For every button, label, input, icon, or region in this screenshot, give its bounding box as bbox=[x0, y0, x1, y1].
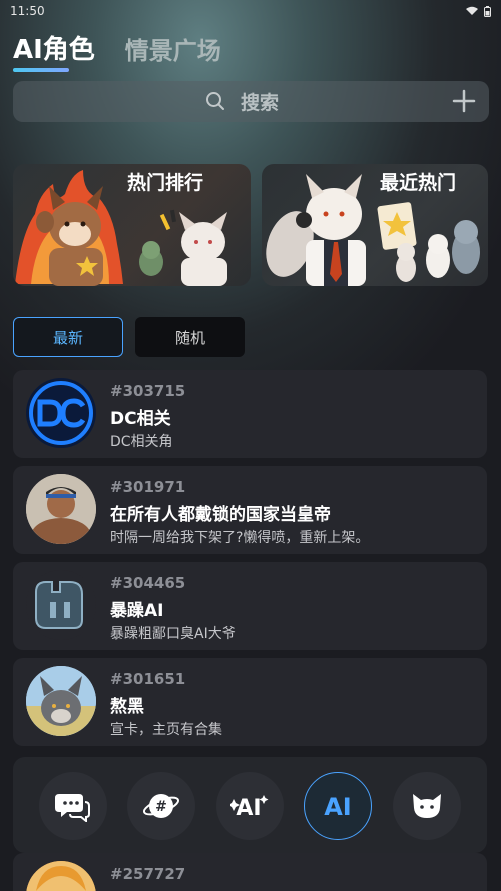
banner-recent-hot[interactable]: 最近热门 bbox=[262, 164, 488, 286]
nav-profile-button[interactable] bbox=[393, 772, 461, 840]
status-time: 11:50 bbox=[10, 4, 45, 18]
active-tab-indicator bbox=[13, 68, 69, 72]
ai-sparkle-icon: AI bbox=[230, 795, 269, 821]
bot-logo-icon bbox=[35, 581, 83, 629]
card-title: 暴躁AI bbox=[110, 601, 164, 621]
top-tabs: AI角色 情景广场 bbox=[13, 26, 221, 72]
card-title: 熬黑 bbox=[110, 697, 144, 717]
avatar bbox=[26, 861, 96, 891]
bottom-nav: # AI AI bbox=[13, 757, 487, 853]
ai-icon: AI bbox=[324, 793, 352, 821]
tab-scenario-square[interactable]: 情景广场 bbox=[125, 31, 221, 66]
wolf-portrait-icon bbox=[26, 666, 96, 736]
tab-ai-characters[interactable]: AI角色 bbox=[13, 29, 95, 72]
character-list: #303715 DC相关 DC相关角 #301971 在所有人都戴锁的国家当皇帝… bbox=[13, 370, 487, 754]
banner-hot-ranking-title: 热门排行 bbox=[127, 172, 204, 194]
search-bar[interactable]: 搜索 bbox=[13, 81, 489, 122]
card-id: #301971 bbox=[110, 478, 186, 496]
search-icon bbox=[206, 92, 224, 110]
svg-text:AI: AI bbox=[324, 793, 352, 821]
character-portrait-icon bbox=[26, 861, 96, 891]
dc-logo-icon bbox=[27, 379, 95, 447]
card-id: #304465 bbox=[110, 574, 186, 592]
filter-random-button[interactable]: 随机 bbox=[135, 317, 245, 357]
avatar bbox=[26, 474, 96, 544]
search-label: 搜索 bbox=[241, 92, 280, 114]
status-bar: 11:50 bbox=[0, 0, 501, 22]
plus-icon[interactable] bbox=[451, 88, 477, 114]
avatar bbox=[26, 666, 96, 736]
list-item[interactable]: #301971 在所有人都戴锁的国家当皇帝 时隔一周给我下架了?懒得喷，重新上架… bbox=[13, 466, 487, 554]
card-title: 能鹏 bbox=[110, 887, 144, 891]
filter-latest-button[interactable]: 最新 bbox=[13, 317, 123, 357]
card-description: DC相关角 bbox=[110, 434, 173, 450]
card-description: 时隔一周给我下架了?懒得喷，重新上架。 bbox=[110, 530, 370, 546]
battery-icon bbox=[484, 5, 491, 17]
card-description: 宣卡，主页有合集 bbox=[110, 722, 222, 738]
banner-recent-hot-title: 最近热门 bbox=[380, 172, 457, 194]
tab-scenario-square-label: 情景广场 bbox=[124, 37, 221, 65]
svg-text:AI: AI bbox=[236, 796, 261, 821]
nav-ai-button[interactable]: AI bbox=[304, 772, 372, 840]
svg-text:#: # bbox=[155, 799, 167, 815]
nav-ai-create-button[interactable]: AI bbox=[216, 772, 284, 840]
card-description: 暴躁粗鄙口臭AI大爷 bbox=[110, 626, 236, 642]
nav-chat-button[interactable] bbox=[39, 772, 107, 840]
list-item[interactable]: #301651 熬黑 宣卡，主页有合集 bbox=[13, 658, 487, 746]
filter-latest-label: 最新 bbox=[52, 328, 83, 347]
list-item[interactable]: #303715 DC相关 DC相关角 bbox=[13, 370, 487, 458]
cat-face-icon bbox=[413, 794, 441, 818]
list-item[interactable]: #257727 能鹏 bbox=[13, 853, 487, 891]
avatar bbox=[26, 570, 96, 640]
card-title: 在所有人都戴锁的国家当皇帝 bbox=[110, 505, 331, 525]
banner-hot-ranking[interactable]: 热门排行 bbox=[13, 164, 251, 286]
planet-hashtag-icon: # bbox=[142, 794, 180, 818]
wifi-icon bbox=[466, 6, 478, 15]
card-id: #257727 bbox=[110, 865, 186, 883]
character-portrait-icon bbox=[26, 474, 96, 544]
card-id: #303715 bbox=[110, 382, 186, 400]
chat-bubbles-icon bbox=[55, 794, 90, 822]
list-item[interactable]: #304465 暴躁AI 暴躁粗鄙口臭AI大爷 bbox=[13, 562, 487, 650]
filter-random-label: 随机 bbox=[174, 328, 205, 347]
card-title: DC相关 bbox=[110, 409, 171, 429]
tab-ai-characters-label: AI角色 bbox=[13, 35, 95, 65]
avatar bbox=[26, 378, 96, 448]
card-id: #301651 bbox=[110, 670, 186, 688]
nav-square-button[interactable]: # bbox=[127, 772, 195, 840]
